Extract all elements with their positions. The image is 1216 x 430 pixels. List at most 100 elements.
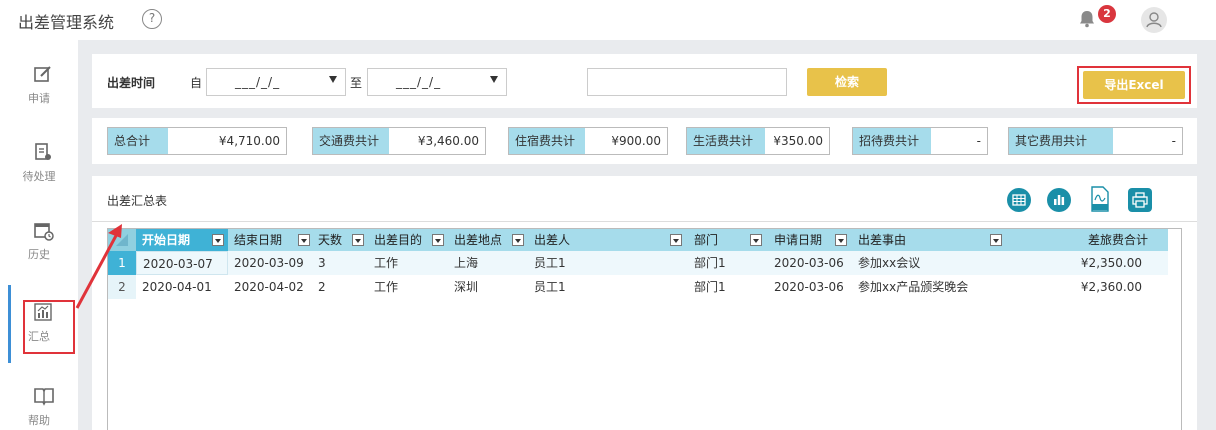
search-input[interactable]	[587, 68, 787, 96]
data-grid: 开始日期 结束日期 天数 出差目的 出差地点 出差人 部门 申请日期 出差事由 …	[107, 228, 1182, 430]
summary-other: 其它费用共计 -	[1008, 127, 1183, 155]
grid-header: 开始日期 结束日期 天数 出差目的 出差地点 出差人 部门 申请日期 出差事由 …	[108, 229, 1168, 251]
user-icon	[1146, 12, 1162, 28]
summary-label: 生活费共计	[687, 128, 765, 154]
end-date-select[interactable]: ___/_/_	[367, 68, 507, 96]
summary-label: 交通费共计	[313, 128, 389, 154]
table-glyph	[1012, 194, 1026, 206]
table-cell[interactable]: 3	[312, 251, 368, 275]
bar-chart-glyph	[1054, 195, 1065, 205]
filter-dropdown-icon[interactable]	[990, 234, 1002, 246]
table-view-icon[interactable]	[1007, 188, 1031, 212]
filter-time-label: 出差时间	[107, 76, 156, 90]
printer-glyph	[1132, 192, 1148, 208]
filter-dropdown-icon[interactable]	[298, 234, 310, 246]
start-date-select[interactable]: ___/_/_	[206, 68, 346, 96]
search-button[interactable]: 检索	[807, 68, 887, 96]
table-cell[interactable]: 2020-03-07	[136, 251, 228, 275]
select-all-corner[interactable]	[108, 229, 136, 251]
top-bar: 出差管理系统 ? 2	[0, 0, 1216, 40]
table-cell[interactable]: 深圳	[448, 275, 528, 299]
table-cell[interactable]: 2	[312, 275, 368, 299]
table-cell[interactable]: 参加xx产品颁奖晚会	[852, 275, 1008, 299]
active-indicator	[8, 285, 11, 363]
summary-value: ¥4,710.00	[218, 134, 280, 148]
table-title: 出差汇总表	[107, 194, 168, 208]
table-cell[interactable]: 2020-03-06	[768, 251, 852, 275]
column-header-traveler[interactable]: 出差人	[528, 229, 688, 251]
table-cell[interactable]: 2020-03-09	[228, 251, 312, 275]
edit-icon	[34, 66, 51, 82]
print-icon[interactable]	[1128, 188, 1152, 212]
filter-dropdown-icon[interactable]	[512, 234, 524, 246]
summary-label: 总合计	[108, 128, 168, 154]
table-cell[interactable]: 2020-04-02	[228, 275, 312, 299]
summary-label: 其它费用共计	[1009, 128, 1113, 154]
table-row[interactable]: 2 2020-04-01 2020-04-02 2 工作 深圳 员工1 部门1 …	[108, 275, 1168, 299]
to-label: 至	[350, 76, 363, 90]
summary-value: ¥350.00	[773, 134, 823, 148]
table-row[interactable]: 1 2020-03-07 2020-03-09 3 工作 上海 员工1 部门1 …	[108, 251, 1168, 275]
corner-triangle-icon	[116, 234, 128, 246]
table-cell[interactable]: 部门1	[688, 275, 768, 299]
filter-dropdown-icon[interactable]	[432, 234, 444, 246]
column-header-total-cost[interactable]: 差旅费合计	[1008, 229, 1156, 251]
summary-value: -	[976, 134, 981, 148]
table-cell[interactable]: 员工1	[528, 251, 688, 275]
pdf-icon[interactable]	[1090, 186, 1110, 212]
filter-dropdown-icon[interactable]	[212, 234, 224, 246]
sidebar-item-label: 历史	[28, 248, 50, 261]
table-cell[interactable]: 部门1	[688, 251, 768, 275]
summary-label: 招待费共计	[853, 128, 931, 154]
table-panel: 出差汇总表 开始日期 结束日期 天数 出差目的 出差地点 出差人 部门 申请日期…	[92, 176, 1197, 430]
filter-dropdown-icon[interactable]	[352, 234, 364, 246]
end-date-value: ___/_/_	[396, 75, 442, 89]
table-cell[interactable]: ¥2,360.00	[1008, 275, 1148, 299]
filter-panel: 出差时间 自 ___/_/_ 至 ___/_/_ 检索 导出Excel	[92, 54, 1197, 108]
sidebar-item-history[interactable]: 历史	[0, 210, 78, 280]
filter-dropdown-icon[interactable]	[835, 234, 847, 246]
sidebar: 申请 待处理 历史 汇总 帮助	[0, 40, 78, 430]
app-title: 出差管理系统	[18, 13, 115, 32]
sidebar-item-help[interactable]: 帮助	[0, 376, 78, 430]
filter-dropdown-icon[interactable]	[750, 234, 762, 246]
summary-transport: 交通费共计 ¥3,460.00	[312, 127, 486, 155]
summary-living: 生活费共计 ¥350.00	[686, 127, 830, 155]
summary-lodging: 住宿费共计 ¥900.00	[508, 127, 668, 155]
summary-panel: 总合计 ¥4,710.00 交通费共计 ¥3,460.00 住宿费共计 ¥900…	[92, 118, 1197, 164]
table-cell[interactable]: 参加xx会议	[852, 251, 1008, 275]
table-cell[interactable]: 工作	[368, 251, 448, 275]
sidebar-item-label: 待处理	[22, 170, 56, 183]
summary-value: ¥3,460.00	[417, 134, 479, 148]
user-avatar[interactable]	[1141, 7, 1167, 33]
row-number: 2	[108, 275, 136, 299]
from-label: 自	[190, 76, 203, 90]
column-header-reason[interactable]: 出差事由	[852, 229, 1002, 251]
sidebar-item-pending[interactable]: 待处理	[0, 132, 78, 202]
sidebar-item-label: 帮助	[28, 414, 50, 427]
row-number: 1	[108, 251, 136, 275]
table-cell[interactable]: 2020-03-06	[768, 275, 852, 299]
table-cell[interactable]: 工作	[368, 275, 448, 299]
export-excel-button[interactable]: 导出Excel	[1083, 71, 1185, 99]
notification-badge: 2	[1098, 5, 1116, 23]
start-date-value: ___/_/_	[235, 75, 281, 89]
calendar-clock-icon	[34, 223, 54, 241]
summary-total: 总合计 ¥4,710.00	[107, 127, 287, 155]
book-icon	[34, 388, 54, 406]
sidebar-item-label: 申请	[28, 92, 50, 105]
chart-view-icon[interactable]	[1047, 188, 1071, 212]
bell-icon[interactable]	[1077, 9, 1097, 29]
help-icon[interactable]: ?	[142, 9, 162, 29]
pending-doc-icon	[35, 143, 51, 160]
table-cell[interactable]: ¥2,350.00	[1008, 251, 1148, 275]
table-cell[interactable]: 员工1	[528, 275, 688, 299]
chevron-down-icon	[490, 76, 498, 83]
sidebar-item-apply[interactable]: 申请	[0, 54, 78, 124]
filter-dropdown-icon[interactable]	[670, 234, 682, 246]
table-cell[interactable]: 上海	[448, 251, 528, 275]
highlight-frame	[23, 300, 75, 354]
summary-value: -	[1171, 134, 1176, 148]
table-cell[interactable]: 2020-04-01	[136, 275, 228, 299]
chevron-down-icon	[329, 76, 337, 83]
